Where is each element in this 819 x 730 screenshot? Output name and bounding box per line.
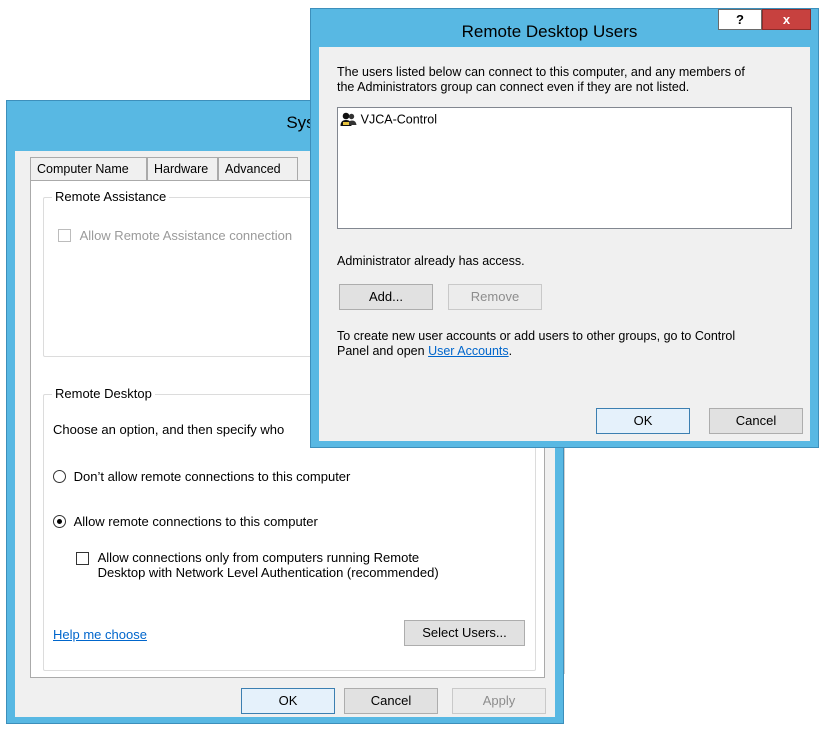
accounts-instructions-prefix: Panel and open [337, 344, 429, 358]
remote-desktop-users-dialog: Remote Desktop Users ? x The users liste… [310, 8, 819, 448]
accounts-instructions: To create new user accounts or add users… [337, 329, 735, 359]
nla-label: Allow connections only from computers ru… [98, 550, 439, 580]
users-listbox[interactable]: VJCA-Control [337, 107, 792, 229]
close-icon: x [782, 12, 791, 27]
nla-label-line2: Desktop with Network Level Authenticatio… [97, 565, 439, 580]
help-me-choose-link[interactable]: Help me choose [53, 627, 147, 642]
rdu-ok-button[interactable]: OK [596, 408, 690, 434]
rdu-description: The users listed below can connect to th… [337, 65, 745, 95]
remote-assistance-group-label: Remote Assistance [52, 189, 170, 204]
remove-user-button[interactable]: Remove [448, 284, 542, 310]
background-window-edge [564, 448, 569, 674]
rdu-cancel-button[interactable]: Cancel [709, 408, 803, 434]
option-dont-allow-label: Don’t allow remote connections to this c… [73, 469, 351, 485]
sysprops-cancel-button[interactable]: Cancel [344, 688, 438, 714]
sysprops-ok-button[interactable]: OK [241, 688, 335, 714]
tab-computer-name[interactable]: Computer Name [30, 157, 147, 180]
option-dont-allow-radio[interactable] [53, 470, 66, 484]
option-allow-label: Allow remote connections to this compute… [73, 514, 318, 530]
option-allow-row[interactable]: Allow remote connections to this compute… [53, 513, 318, 529]
remote-assistance-allow-label: Allow Remote Assistance connection [79, 228, 293, 244]
option-allow-radio[interactable] [53, 515, 66, 529]
admin-access-note: Administrator already has access. [337, 254, 525, 268]
option-dont-allow-row[interactable]: Don’t allow remote connections to this c… [53, 468, 350, 484]
user-icon [340, 112, 357, 127]
rdu-description-line2: the Administrators group can connect eve… [337, 80, 690, 94]
remote-desktop-users-client: The users listed below can connect to th… [319, 47, 810, 441]
sysprops-apply-button[interactable]: Apply [452, 688, 546, 714]
tab-hardware[interactable]: Hardware [147, 157, 218, 180]
close-button[interactable]: x [762, 9, 811, 30]
tab-advanced[interactable]: Advanced [218, 157, 298, 180]
accounts-instructions-line1: To create new user accounts or add users… [337, 329, 736, 343]
user-accounts-link[interactable]: User Accounts [428, 344, 509, 358]
list-item[interactable]: VJCA-Control [340, 111, 437, 127]
nla-checkbox[interactable] [76, 552, 89, 565]
user-name: VJCA-Control [360, 112, 438, 127]
remote-desktop-group-label: Remote Desktop [52, 386, 155, 401]
rdu-description-line1: The users listed below can connect to th… [337, 65, 745, 79]
select-users-button[interactable]: Select Users... [404, 620, 525, 646]
accounts-instructions-line2: Panel and open User Accounts. [337, 344, 735, 359]
remote-assistance-allow-row[interactable]: Allow Remote Assistance connection [58, 227, 292, 243]
accounts-instructions-suffix: . [508, 344, 513, 358]
remote-desktop-instruction: Choose an option, and then specify who [53, 422, 285, 437]
remote-assistance-checkbox[interactable] [58, 229, 71, 243]
add-user-button[interactable]: Add... [339, 284, 433, 310]
nla-label-line1: Allow connections only from computers ru… [97, 550, 420, 565]
remote-assistance-group: Remote Assistance Allow Remote Assistanc… [43, 189, 343, 357]
nla-row[interactable]: Allow connections only from computers ru… [76, 550, 439, 580]
help-button[interactable]: ? [718, 9, 762, 30]
